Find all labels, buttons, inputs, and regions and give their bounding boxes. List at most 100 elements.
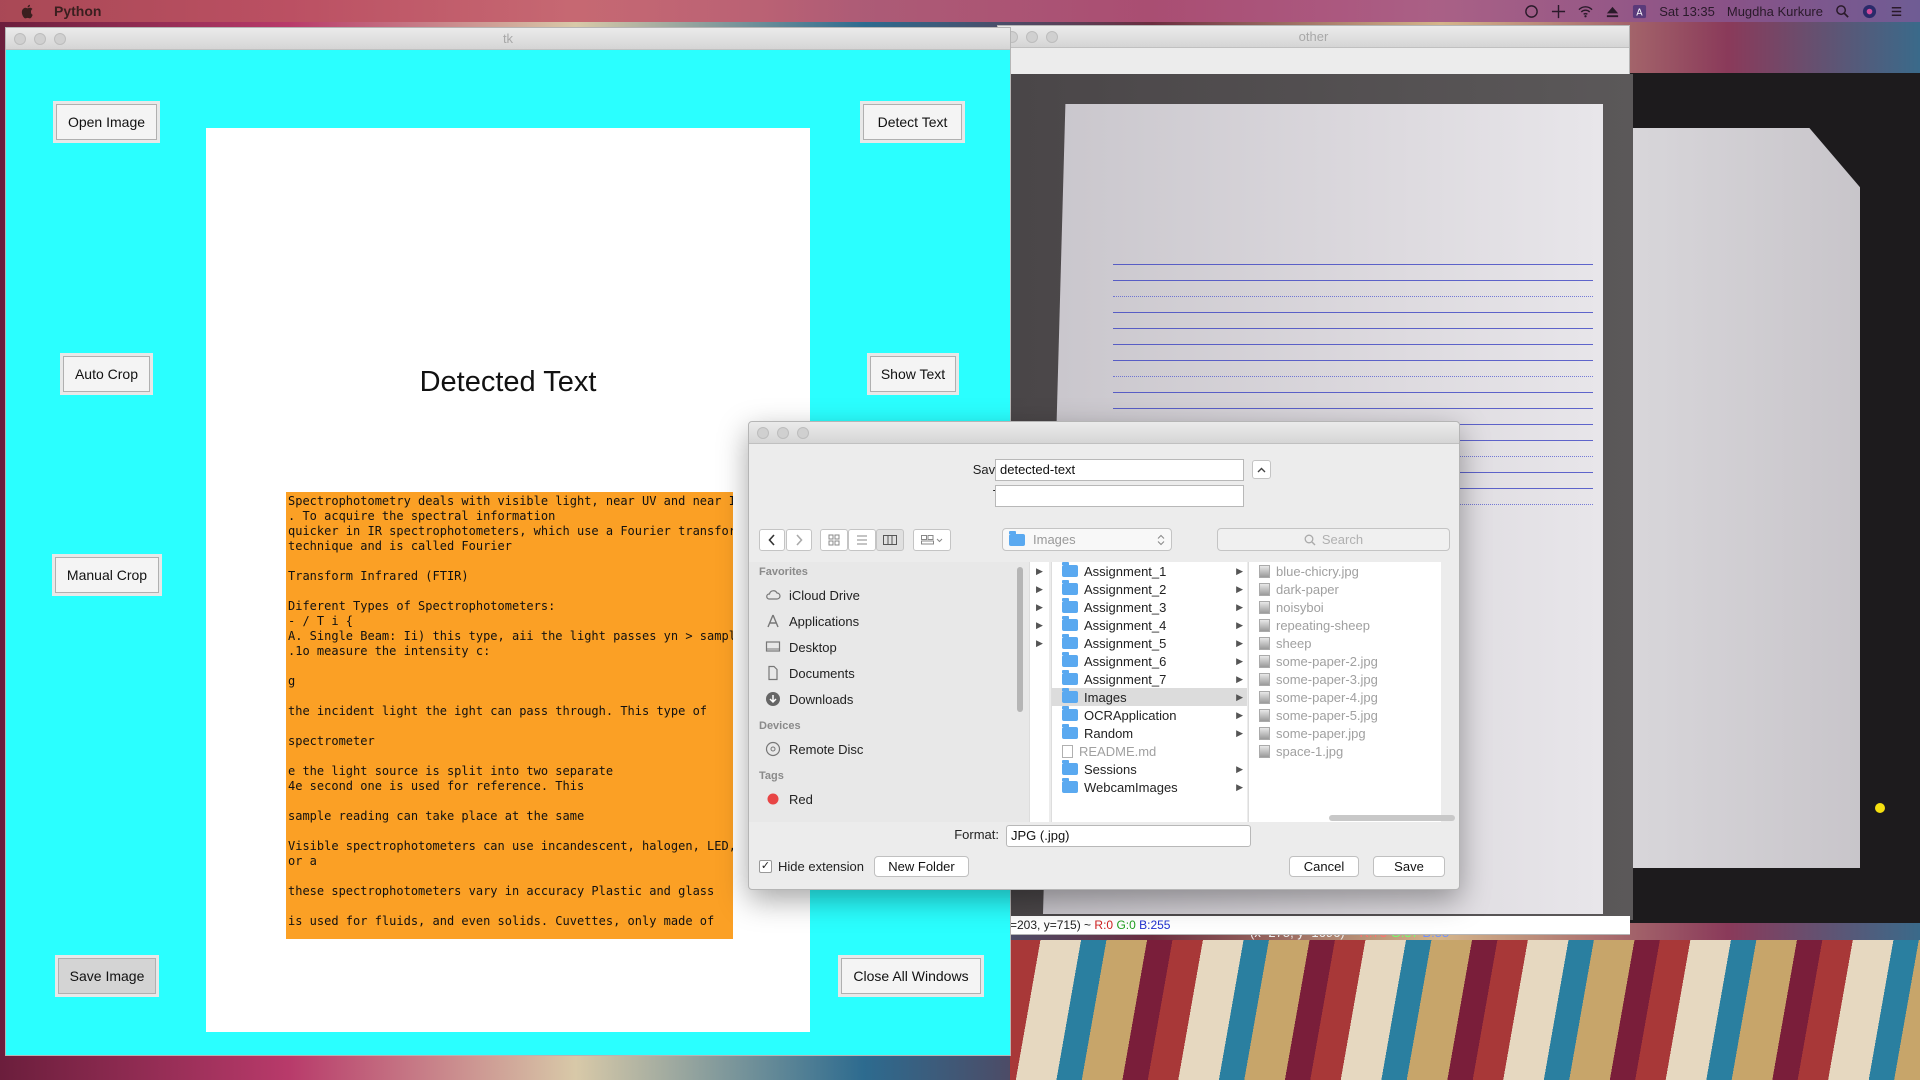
dialog-titlebar[interactable] bbox=[749, 422, 1459, 444]
sync-icon[interactable] bbox=[1524, 4, 1539, 19]
folder-item[interactable]: Assignment_1 ▶ bbox=[1052, 562, 1247, 580]
sidebar-item-icloud-drive[interactable]: iCloud Drive bbox=[749, 582, 1029, 608]
zoom-window-button[interactable] bbox=[797, 427, 809, 439]
detected-text-line: Spectrophotometry deals with visible lig… bbox=[288, 494, 733, 508]
format-popup[interactable]: JPG (.jpg) bbox=[1006, 825, 1251, 847]
close-window-button[interactable] bbox=[757, 427, 769, 439]
image-file-item[interactable]: repeating-sheep bbox=[1249, 616, 1441, 634]
search-field[interactable]: Search bbox=[1217, 528, 1450, 551]
image-file-item[interactable]: some-paper.jpg bbox=[1249, 724, 1441, 742]
hide-extension-label: Hide extension bbox=[778, 859, 864, 874]
save-button[interactable]: Save bbox=[1373, 856, 1445, 877]
image-file-label: some-paper.jpg bbox=[1276, 725, 1366, 741]
image-file-icon bbox=[1259, 654, 1270, 668]
tags-field[interactable] bbox=[995, 485, 1244, 507]
image-file-item[interactable]: some-paper-2.jpg bbox=[1249, 652, 1441, 670]
folder-item[interactable]: Assignment_4 ▶ bbox=[1052, 616, 1247, 634]
save-dialog[interactable]: Save As: detected-text Tags: Images Sear… bbox=[748, 421, 1460, 890]
image-file-label: some-paper-3.jpg bbox=[1276, 671, 1378, 687]
detected-text-line: A. Single Beam: Ii) this type, aii the l… bbox=[288, 629, 733, 643]
folder-item[interactable]: WebcamImages ▶ bbox=[1052, 778, 1247, 796]
spotlight-search-icon[interactable] bbox=[1835, 4, 1850, 19]
open-image-button[interactable]: Open Image bbox=[56, 104, 157, 140]
image-file-item[interactable]: space-1.jpg bbox=[1249, 742, 1441, 760]
new-folder-button[interactable]: New Folder bbox=[874, 856, 969, 877]
close-window-button[interactable] bbox=[14, 33, 26, 45]
folder-item[interactable]: Assignment_2 ▶ bbox=[1052, 580, 1247, 598]
favorites-heading: Favorites bbox=[759, 566, 808, 578]
image-file-item[interactable]: dark-paper bbox=[1249, 580, 1441, 598]
minimize-window-button[interactable] bbox=[777, 427, 789, 439]
webcam-image-window[interactable] bbox=[1630, 73, 1920, 923]
back-button[interactable] bbox=[759, 529, 785, 551]
sidebar-item-tag-red[interactable]: Red bbox=[749, 786, 1029, 812]
folder-icon bbox=[1062, 670, 1078, 685]
sidebar-scrollbar[interactable] bbox=[1017, 567, 1023, 712]
notification-center-icon[interactable] bbox=[1889, 4, 1904, 19]
folder-item-label: WebcamImages bbox=[1084, 779, 1178, 795]
image-file-item[interactable]: noisyboi bbox=[1249, 598, 1441, 616]
eject-icon[interactable] bbox=[1605, 4, 1620, 19]
folder-item[interactable]: Sessions ▶ bbox=[1052, 760, 1247, 778]
folder-item[interactable]: Assignment_3 ▶ bbox=[1052, 598, 1247, 616]
image-file-item[interactable]: some-paper-4.jpg bbox=[1249, 688, 1441, 706]
image-file-item[interactable]: some-paper-3.jpg bbox=[1249, 670, 1441, 688]
window-titlebar[interactable]: tk bbox=[6, 28, 1010, 50]
close-all-windows-button[interactable]: Close All Windows bbox=[841, 958, 981, 994]
save-image-button[interactable]: Save Image bbox=[58, 958, 156, 994]
save-as-field[interactable]: detected-text bbox=[995, 459, 1244, 481]
crosshair-icon[interactable] bbox=[1551, 4, 1566, 19]
folder-item[interactable]: OCRApplication ▶ bbox=[1052, 706, 1247, 724]
folder-item[interactable]: Assignment_6 ▶ bbox=[1052, 652, 1247, 670]
horizontal-scrollbar[interactable] bbox=[1329, 815, 1455, 821]
folder-item[interactable]: Assignment_7 ▶ bbox=[1052, 670, 1247, 688]
column-view-button[interactable] bbox=[876, 529, 904, 551]
hide-extension-checkbox[interactable]: ✓ bbox=[759, 860, 772, 873]
window-title: tk bbox=[502, 31, 514, 46]
detect-text-button[interactable]: Detect Text bbox=[863, 104, 962, 140]
sidebar-item-remote-disc[interactable]: Remote Disc bbox=[749, 736, 1029, 762]
folder-item[interactable]: Images ▶ bbox=[1052, 688, 1247, 706]
image-file-item[interactable]: some-paper-5.jpg bbox=[1249, 706, 1441, 724]
show-text-button[interactable]: Show Text bbox=[870, 356, 956, 392]
menubar-user[interactable]: Mugdha Kurkure bbox=[1727, 4, 1823, 19]
zoom-window-button[interactable] bbox=[1046, 31, 1058, 43]
wifi-icon[interactable] bbox=[1578, 4, 1593, 19]
image-file-item[interactable]: sheep bbox=[1249, 634, 1441, 652]
folder-item[interactable]: Random ▶ bbox=[1052, 724, 1247, 742]
window-titlebar[interactable]: other bbox=[998, 26, 1629, 48]
input-source-icon[interactable]: A bbox=[1632, 4, 1647, 19]
zoom-window-button[interactable] bbox=[54, 33, 66, 45]
sidebar-item-downloads[interactable]: Downloads bbox=[749, 686, 1029, 712]
arrange-button[interactable] bbox=[913, 529, 951, 551]
images-column[interactable]: blue-chicry.jpg dark-paper noisyboi repeati… bbox=[1248, 562, 1441, 822]
image-canvas[interactable]: Detected Text Spectrophotometry deals wi… bbox=[206, 128, 810, 1032]
image-file-icon bbox=[1259, 726, 1270, 740]
image-file-label: repeating-sheep bbox=[1276, 617, 1370, 633]
detected-text-line: spectrometer bbox=[288, 734, 375, 748]
hide-extension-option[interactable]: ✓ Hide extension bbox=[759, 859, 864, 874]
folder-item[interactable]: Assignment_5 ▶ bbox=[1052, 634, 1247, 652]
folder-column[interactable]: Assignment_1 ▶ Assignment_2 ▶ Assignment_3 ▶ A… bbox=[1051, 562, 1247, 822]
sidebar-item-documents[interactable]: Documents bbox=[749, 660, 1029, 686]
minimize-window-button[interactable] bbox=[1026, 31, 1038, 43]
list-view-button[interactable] bbox=[848, 529, 876, 551]
forward-button[interactable] bbox=[786, 529, 812, 551]
menubar-clock[interactable]: Sat 13:35 bbox=[1659, 4, 1715, 19]
minimize-window-button[interactable] bbox=[34, 33, 46, 45]
app-name-menu[interactable]: Python bbox=[54, 3, 101, 19]
auto-crop-button[interactable]: Auto Crop bbox=[63, 356, 150, 392]
apple-icon[interactable] bbox=[20, 3, 36, 19]
icon-view-button[interactable] bbox=[820, 529, 848, 551]
location-popup[interactable]: Images bbox=[1002, 528, 1172, 551]
expand-dialog-button[interactable] bbox=[1252, 460, 1271, 479]
file-item[interactable]: README.md bbox=[1052, 742, 1247, 760]
image-file-item[interactable]: blue-chicry.jpg bbox=[1249, 562, 1441, 580]
cancel-button[interactable]: Cancel bbox=[1289, 856, 1359, 877]
detected-text-line: - / T i { bbox=[288, 614, 354, 628]
manual-crop-button[interactable]: Manual Crop bbox=[55, 557, 159, 593]
sidebar-item-applications[interactable]: Applications bbox=[749, 608, 1029, 634]
detected-text-line bbox=[288, 899, 731, 914]
sidebar-item-desktop[interactable]: Desktop bbox=[749, 634, 1029, 660]
siri-icon[interactable] bbox=[1862, 4, 1877, 19]
